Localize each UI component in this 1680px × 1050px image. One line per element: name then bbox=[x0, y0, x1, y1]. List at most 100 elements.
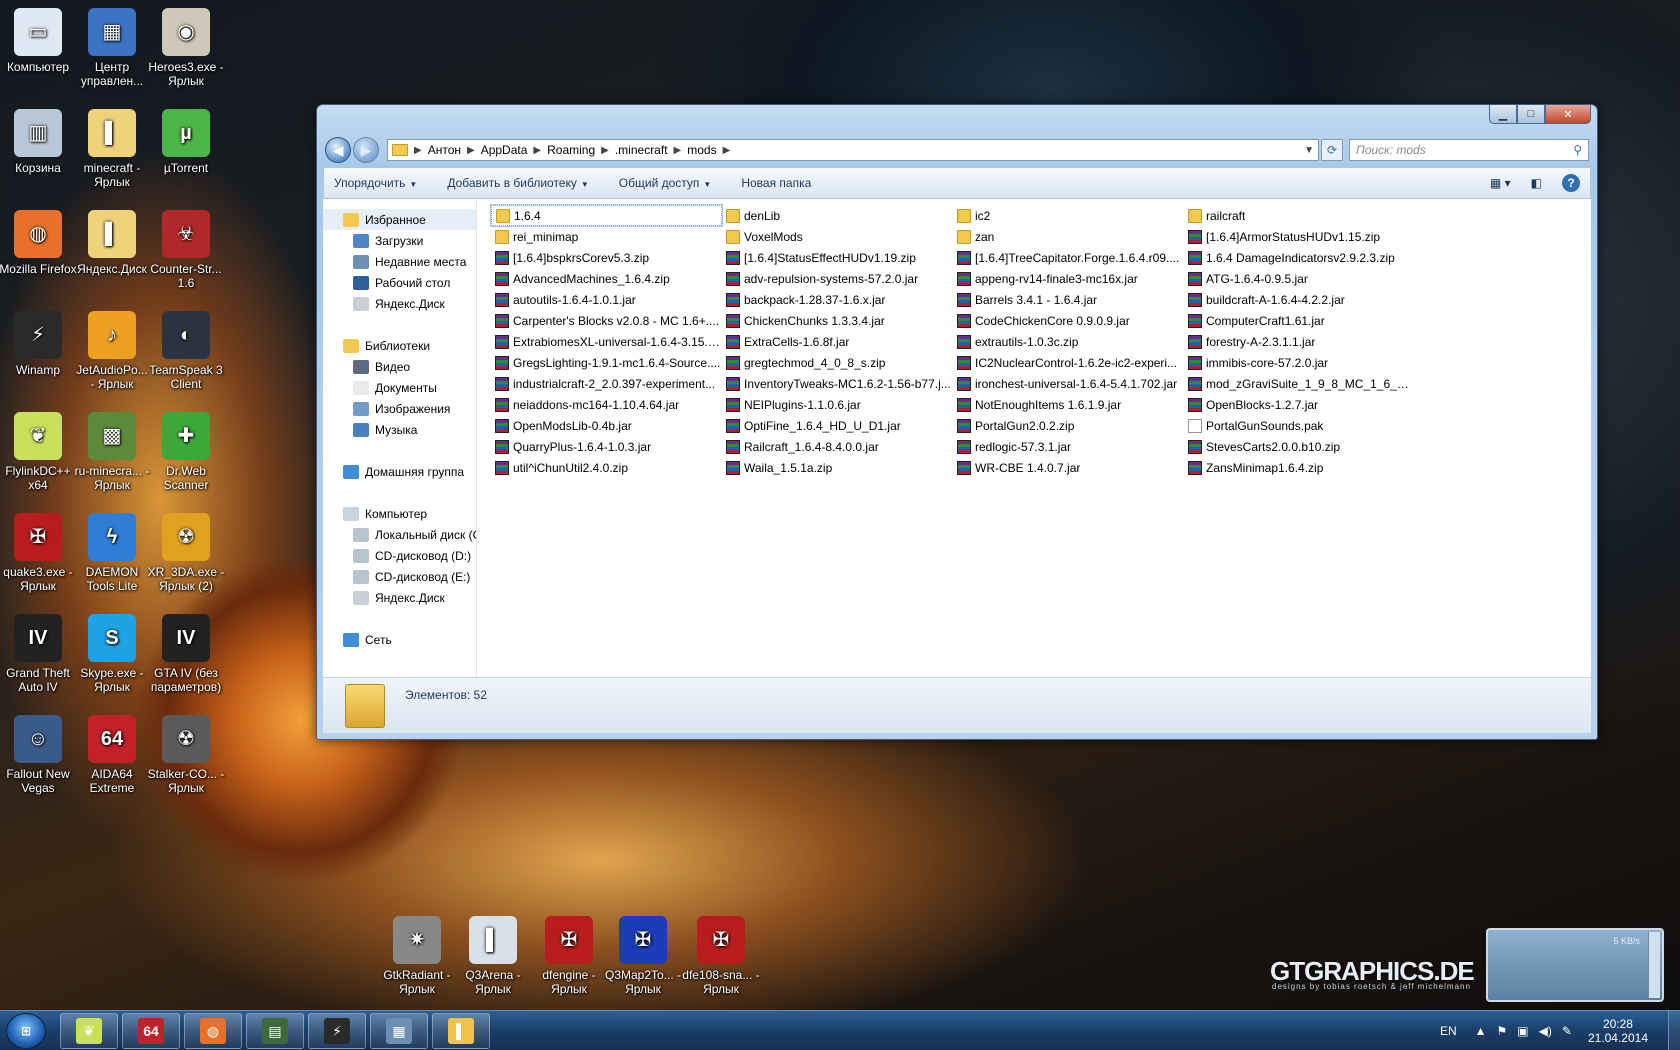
desktop-icon-bottom-4[interactable]: ✠ Q3Map2To... - Ярлык bbox=[604, 916, 682, 996]
file-item[interactable]: autoutils-1.6.4-1.0.1.jar bbox=[491, 289, 722, 310]
file-item[interactable]: industrialcraft-2_2.0.397-experiment... bbox=[491, 373, 722, 394]
desktop-icon-22[interactable]: ☺ Fallout New Vegas bbox=[0, 715, 77, 795]
nav-item-видео[interactable]: Видео bbox=[323, 356, 476, 377]
breadcrumb-item[interactable]: mods bbox=[687, 143, 716, 157]
breadcrumb-chevron-icon[interactable]: ▶ bbox=[674, 145, 682, 156]
file-item[interactable]: appeng-rv14-finale3-mc16x.jar bbox=[953, 268, 1184, 289]
file-item[interactable]: QuarryPlus-1.6.4-1.0.3.jar bbox=[491, 436, 722, 457]
desktop-icon-16[interactable]: ✠ quake3.exe - Ярлык bbox=[0, 513, 77, 593]
refresh-button[interactable]: ⟳ bbox=[1321, 139, 1343, 161]
file-item[interactable]: InventoryTweaks-MC1.6.2-1.56-b77.j... bbox=[722, 373, 953, 394]
desktop-icon-5[interactable]: ▌ minecraft - Ярлык bbox=[73, 109, 151, 189]
file-item[interactable]: ironchest-universal-1.6.4-5.4.1.702.jar bbox=[953, 373, 1184, 394]
file-item[interactable]: redlogic-57.3.1.jar bbox=[953, 436, 1184, 457]
preview-pane-icon[interactable]: ◧ bbox=[1531, 176, 1542, 190]
taskbar-app-button[interactable]: ▦ bbox=[370, 1013, 428, 1049]
file-item[interactable]: Railcraft_1.6.4-8.4.0.0.jar bbox=[722, 436, 953, 457]
desktop-icon-10[interactable]: ⚡ Winamp bbox=[0, 311, 77, 377]
desktop-icon-bottom-3[interactable]: ✠ dfengine - Ярлык bbox=[530, 916, 608, 996]
desktop-icon-18[interactable]: ☢ XR_3DA.exe - Ярлык (2) bbox=[147, 513, 225, 593]
action-center-flag-icon[interactable]: ⚑ bbox=[1497, 1024, 1508, 1038]
desktop-icon-23[interactable]: 64 AIDA64 Extreme bbox=[73, 715, 151, 795]
nav-item-домашняя-группа[interactable]: Домашняя группа bbox=[323, 461, 476, 482]
file-item[interactable]: AdvancedMachines_1.6.4.zip bbox=[491, 268, 722, 289]
nav-item-загрузки[interactable]: Загрузки bbox=[323, 230, 476, 251]
desktop-icon-bottom-5[interactable]: ✠ dfe108-sna... - Ярлык bbox=[682, 916, 760, 996]
taskbar-app-button[interactable]: ▌ bbox=[432, 1013, 490, 1049]
file-item[interactable]: railcraft bbox=[1184, 205, 1415, 226]
file-item[interactable]: zan bbox=[953, 226, 1184, 247]
file-item[interactable]: neiaddons-mc164-1.10.4.64.jar bbox=[491, 394, 722, 415]
desktop-icon-19[interactable]: IV Grand Theft Auto IV bbox=[0, 614, 77, 694]
organize-button[interactable]: Упорядочить ▼ bbox=[334, 176, 417, 190]
file-item[interactable]: OpenModsLib-0.4b.jar bbox=[491, 415, 722, 436]
search-icon[interactable]: ⚲ bbox=[1573, 143, 1582, 157]
file-item[interactable]: [1.6.4]StatusEffectHUDv1.19.zip bbox=[722, 247, 953, 268]
desktop-icon-11[interactable]: ♪ JetAudioPo... - Ярлык bbox=[73, 311, 151, 391]
volume-icon[interactable]: ◀) bbox=[1539, 1024, 1552, 1038]
network-icon[interactable]: ▣ bbox=[1517, 1024, 1528, 1038]
new-folder-button[interactable]: Новая папка bbox=[741, 176, 811, 190]
file-item[interactable]: ZansMinimap1.6.4.zip bbox=[1184, 457, 1415, 478]
address-dropdown-icon[interactable]: ▼ bbox=[1304, 145, 1314, 156]
taskbar-app-button[interactable]: ⚡ bbox=[308, 1013, 366, 1049]
nav-item-недавние-места[interactable]: Недавние места bbox=[323, 251, 476, 272]
breadcrumb-item[interactable]: Антон bbox=[428, 143, 461, 157]
nav-item-сеть[interactable]: Сеть bbox=[323, 629, 476, 650]
tray-app-icon[interactable]: ✎ bbox=[1562, 1024, 1572, 1038]
file-item[interactable]: ChickenChunks 1.3.3.4.jar bbox=[722, 310, 953, 331]
breadcrumb-chevron-icon[interactable]: ▶ bbox=[723, 145, 731, 156]
breadcrumb-chevron-icon[interactable]: ▶ bbox=[533, 145, 541, 156]
forward-button[interactable]: ▶ bbox=[353, 137, 379, 163]
taskbar-app-button[interactable]: ◍ bbox=[184, 1013, 242, 1049]
desktop-icon-9[interactable]: ☣ Counter-Str... 1.6 bbox=[147, 210, 225, 290]
file-item[interactable]: Carpenter's Blocks v2.0.8 - MC 1.6+.... bbox=[491, 310, 722, 331]
file-item[interactable]: forestry-A-2.3.1.1.jar bbox=[1184, 331, 1415, 352]
breadcrumb-chevron-icon[interactable]: ▶ bbox=[467, 145, 475, 156]
file-item[interactable]: Waila_1.5.1a.zip bbox=[722, 457, 953, 478]
file-item[interactable]: ExtraCells-1.6.8f.jar bbox=[722, 331, 953, 352]
file-item[interactable]: NotEnoughItems 1.6.1.9.jar bbox=[953, 394, 1184, 415]
file-item[interactable]: immibis-core-57.2.0.jar bbox=[1184, 352, 1415, 373]
file-item[interactable]: util^iChunUtil2.4.0.zip bbox=[491, 457, 722, 478]
address-bar[interactable]: ▶ Антон ▶ AppData ▶ Roaming ▶ .minecraft ▶ mods ▶… bbox=[387, 139, 1319, 161]
desktop-icon-bottom-1[interactable]: ✷ GtkRadiant - Ярлык bbox=[378, 916, 456, 996]
network-meter-gadget[interactable]: 5 KB/s bbox=[1486, 928, 1664, 1002]
file-item[interactable]: adv-repulsion-systems-57.2.0.jar bbox=[722, 268, 953, 289]
desktop-icon-2[interactable]: ▦ Центр управлен... bbox=[73, 8, 151, 88]
file-item[interactable]: mod_zGraviSuite_1_9_8_MC_1_6_4_I... bbox=[1184, 373, 1415, 394]
file-item[interactable]: StevesCarts2.0.0.b10.zip bbox=[1184, 436, 1415, 457]
desktop-icon-bottom-2[interactable]: ▌ Q3Arena - Ярлык bbox=[454, 916, 532, 996]
desktop-icon-17[interactable]: ϟ DAEMON Tools Lite bbox=[73, 513, 151, 593]
nav-item-cd-дисковод-d[interactable]: CD-дисковод (D:) bbox=[323, 545, 476, 566]
nav-item-компьютер[interactable]: Компьютер bbox=[323, 503, 476, 524]
file-item[interactable]: GregsLighting-1.9.1-mc1.6.4-Source.... bbox=[491, 352, 722, 373]
file-item[interactable]: 1.6.4 DamageIndicatorsv2.9.2.3.zip bbox=[1184, 247, 1415, 268]
close-button[interactable]: ✕ bbox=[1545, 105, 1591, 124]
desktop-icon-15[interactable]: ✚ Dr.Web Scanner bbox=[147, 412, 225, 492]
nav-item-музыка[interactable]: Музыка bbox=[323, 419, 476, 440]
view-options-icon[interactable]: ▦ ▾ bbox=[1490, 176, 1511, 190]
desktop-icon-21[interactable]: IV GTA IV (без параметров) bbox=[147, 614, 225, 694]
file-item[interactable]: buildcraft-A-1.6.4-4.2.2.jar bbox=[1184, 289, 1415, 310]
maximize-button[interactable]: □ bbox=[1517, 105, 1545, 124]
desktop-icon-1[interactable]: ▭ Компьютер bbox=[0, 8, 77, 74]
desktop-icon-12[interactable]: ◐ TeamSpeak 3 Client bbox=[147, 311, 225, 391]
nav-item-рабочий-стол[interactable]: Рабочий стол bbox=[323, 272, 476, 293]
file-item[interactable]: [1.6.4]bspkrsCorev5.3.zip bbox=[491, 247, 722, 268]
breadcrumb-item[interactable]: AppData bbox=[481, 143, 528, 157]
taskbar-app-button[interactable]: 64 bbox=[122, 1013, 180, 1049]
file-item[interactable]: NEIPlugins-1.1.0.6.jar bbox=[722, 394, 953, 415]
file-item[interactable]: Barrels 3.4.1 - 1.6.4.jar bbox=[953, 289, 1184, 310]
breadcrumb-chevron-icon[interactable]: ▶ bbox=[601, 145, 609, 156]
file-item[interactable]: WR-CBE 1.4.0.7.jar bbox=[953, 457, 1184, 478]
nav-item-библиотеки[interactable]: Библиотеки bbox=[323, 335, 476, 356]
show-desktop-button[interactable] bbox=[1668, 1011, 1680, 1050]
add-to-library-button[interactable]: Добавить в библиотеку ▼ bbox=[447, 176, 588, 190]
file-item[interactable]: [1.6.4]TreeCapitator.Forge.1.6.4.r09.... bbox=[953, 247, 1184, 268]
nav-item-документы[interactable]: Документы bbox=[323, 377, 476, 398]
file-item[interactable]: IC2NuclearControl-1.6.2e-ic2-experi... bbox=[953, 352, 1184, 373]
file-item[interactable]: 1.6.4 bbox=[490, 204, 723, 227]
file-item[interactable]: gregtechmod_4_0_8_s.zip bbox=[722, 352, 953, 373]
file-item[interactable]: rei_minimap bbox=[491, 226, 722, 247]
